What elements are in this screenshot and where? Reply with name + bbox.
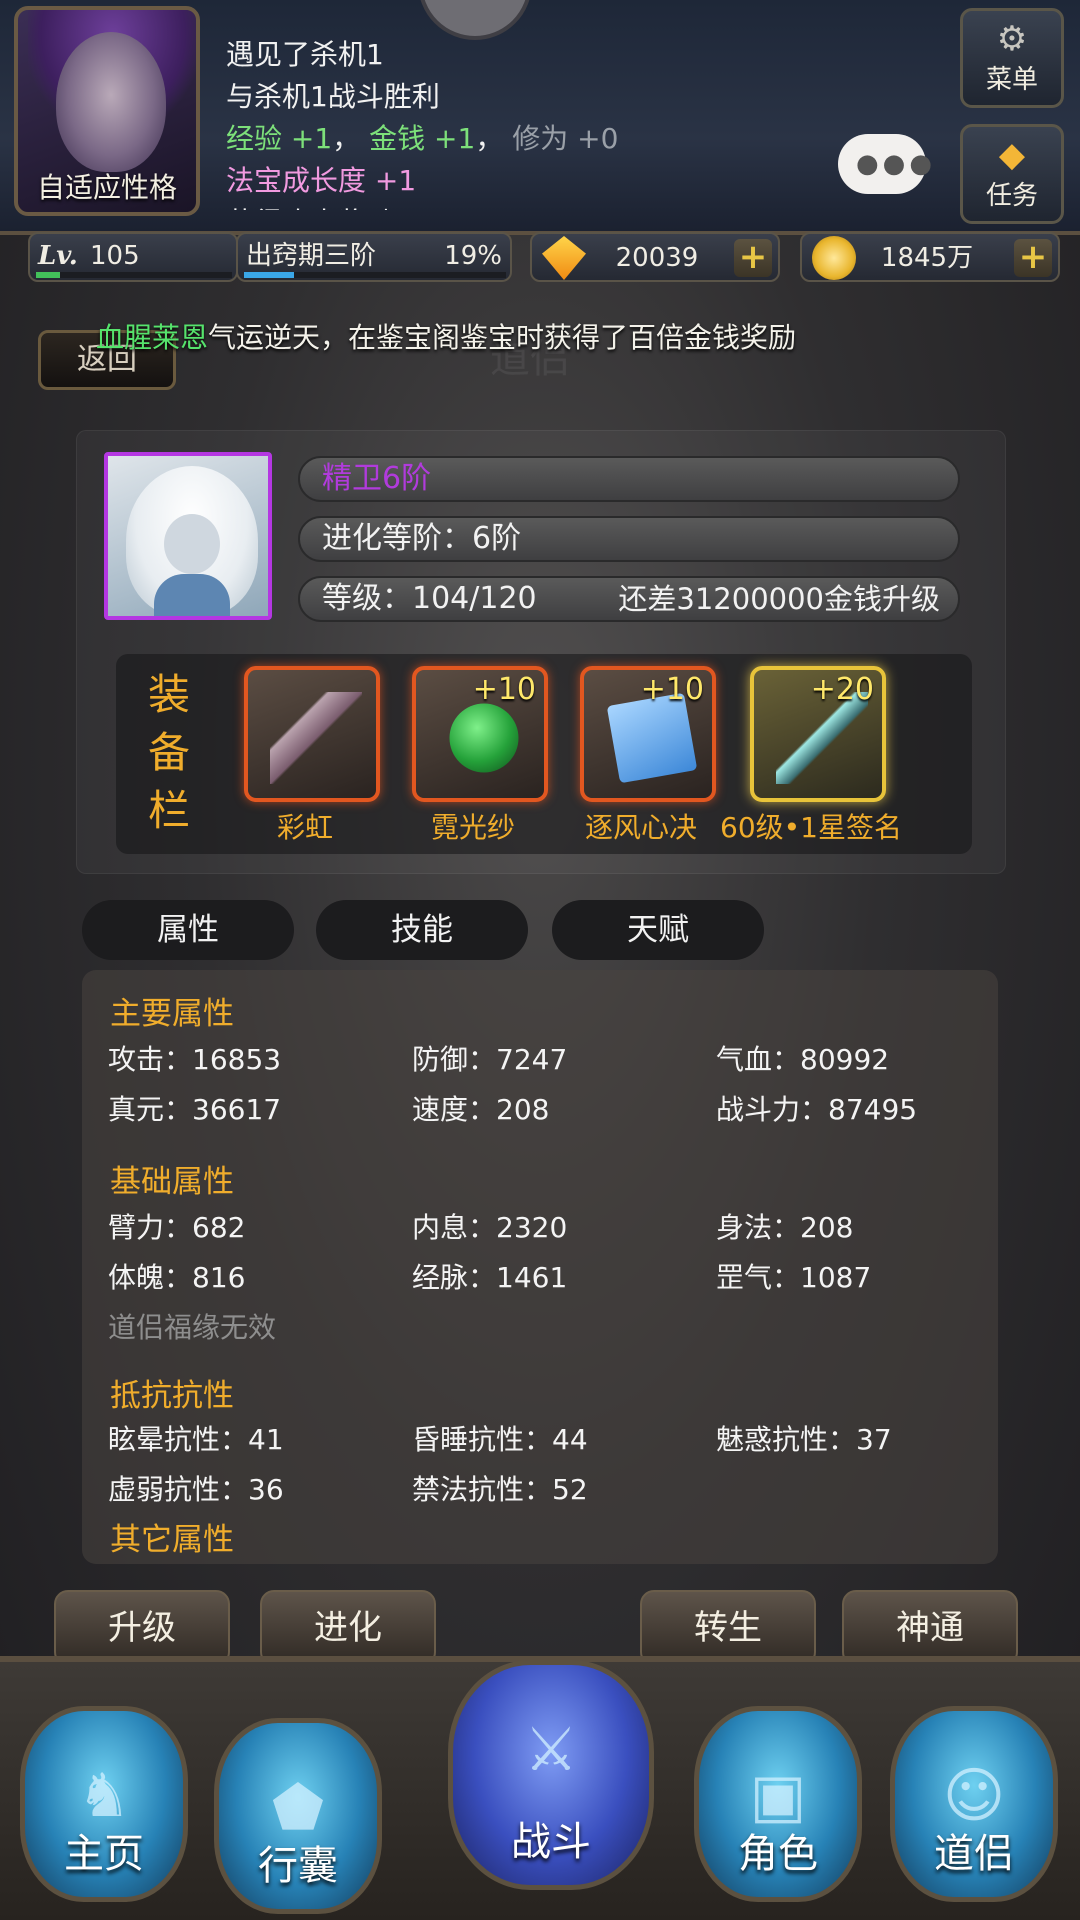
attribute-value: 内息：2320 [412, 1211, 568, 1244]
nav-battle[interactable]: ⚔ 战斗 [448, 1660, 654, 1890]
pet-level-pill: 等级：104/120 还差31200000金钱升级 [298, 576, 960, 622]
gem-counter: 20039 + [530, 232, 780, 282]
enhance-level: +20 [810, 672, 874, 707]
attribute-value: 昏睡抗性：44 [412, 1423, 588, 1456]
tab-attributes[interactable]: 属性 [82, 900, 294, 960]
rebirth-button[interactable]: 转生 [640, 1590, 816, 1666]
log-line-rewards: 经验 +1， 金钱 +1， 修为 +0 [226, 122, 619, 155]
gold-counter: 1845万 + [800, 232, 1060, 282]
speech-bubble-icon[interactable]: ●●● [838, 134, 932, 194]
attribute-value: 攻击：16853 [108, 1043, 282, 1076]
gold-coin-icon [812, 236, 856, 280]
nav-label: 行囊 [258, 1843, 338, 1889]
battle-log: 遇见了杀机1 与杀机1战斗胜利 经验 +1， 金钱 +1， 修为 +0 法宝成长… [226, 34, 826, 210]
level-progress-bar [36, 272, 232, 278]
equipment-title: 装 备 栏 [147, 670, 190, 835]
gold-value: 1845万 [880, 243, 974, 273]
equipment-slot[interactable]: +20 [750, 666, 886, 802]
pet-level: 等级：104/120 [322, 581, 537, 616]
broadcast-text: 气运逆天，在鉴宝阁鉴宝时获得了百倍金钱奖励 [208, 321, 797, 354]
section-resistances: 抵抗抗性 [110, 1378, 234, 1414]
equipment-label: 彩虹 [276, 811, 333, 844]
attribute-value: 臂力：682 [108, 1211, 246, 1244]
gem-icon [542, 236, 586, 280]
nav-companion[interactable]: ☺ 道侣 [890, 1706, 1058, 1902]
pet-portrait[interactable] [104, 452, 272, 620]
log-line: 获得攻击奖励 [226, 202, 826, 210]
broadcast-player: 血腥莱恩 [96, 321, 209, 354]
upgrade-button[interactable]: 升级 [54, 1590, 230, 1666]
broadcast-message: 血腥莱恩气运逆天，在鉴宝阁鉴宝时获得了百倍金钱奖励 [96, 316, 796, 356]
nav-label: 战斗 [511, 1819, 591, 1865]
equipment-slot[interactable] [244, 666, 380, 802]
nav-label: 道侣 [934, 1831, 1014, 1877]
attribute-value: 防御：7247 [412, 1043, 568, 1076]
attribute-note: 道侣福缘无效 [108, 1311, 277, 1344]
attribute-value: 眩晕抗性：41 [108, 1423, 284, 1456]
player-avatar[interactable]: 自适应性格 [14, 6, 200, 216]
equipment-label: 霓光纱 [430, 811, 515, 844]
section-main-attributes: 主要属性 [110, 996, 234, 1032]
attribute-value: 真元：36617 [108, 1093, 282, 1126]
attribute-value: 魅惑抗性：37 [716, 1423, 892, 1456]
log-line: 遇见了杀机1 [226, 38, 384, 71]
attribute-value: 禁法抗性：52 [412, 1473, 588, 1506]
cultivation-stage: 出窍期三阶 19% [236, 232, 512, 282]
top-header: 自适应性格 遇见了杀机1 与杀机1战斗胜利 经验 +1， 金钱 +1， 修为 +… [0, 0, 1080, 235]
attribute-value: 气血：80992 [716, 1043, 890, 1076]
nav-home[interactable]: ♞ 主页 [20, 1706, 188, 1902]
menu-button[interactable]: ⚙ 菜单 [960, 8, 1064, 108]
gem-value: 20039 [615, 243, 699, 273]
menu-label: 菜单 [985, 65, 1038, 95]
add-gold-button[interactable]: + [1014, 239, 1052, 277]
equipment-slot[interactable]: +10 [580, 666, 716, 802]
equipment-slot[interactable]: +10 [412, 666, 548, 802]
attribute-value: 战斗力：87495 [716, 1093, 918, 1126]
pet-evolution-pill: 进化等阶：6阶 [298, 516, 960, 562]
add-gems-button[interactable]: + [734, 239, 772, 277]
nav-character[interactable]: ▣ 角色 [694, 1706, 862, 1902]
pet-name-pill: 精卫6阶 [298, 456, 960, 502]
pet-dress [154, 574, 230, 616]
attribute-value: 身法：208 [716, 1211, 854, 1244]
pet-name: 精卫6阶 [322, 461, 432, 496]
claw-icon [270, 692, 362, 784]
orb-icon [449, 703, 519, 773]
attribute-value: 虚弱抗性：36 [108, 1473, 284, 1506]
avatar-face [56, 32, 166, 172]
stage-progress-bar [244, 272, 506, 278]
nav-label: 主页 [64, 1831, 144, 1877]
section-base-attributes: 基础属性 [110, 1164, 234, 1200]
attribute-value: 罡气：1087 [716, 1261, 872, 1294]
tab-skills[interactable]: 技能 [316, 900, 528, 960]
avatar-caption: 自适应性格 [36, 171, 177, 204]
equipment-label: 逐风心决 [584, 811, 697, 844]
nav-bag[interactable]: ⬟ 行囊 [214, 1718, 382, 1914]
pet-face [164, 514, 220, 574]
enhance-level: +10 [640, 672, 704, 707]
task-label: 任务 [985, 181, 1038, 211]
attribute-value: 体魄：816 [108, 1261, 246, 1294]
evolve-button[interactable]: 进化 [260, 1590, 436, 1666]
attribute-value: 经脉：1461 [412, 1261, 568, 1294]
tab-talents[interactable]: 天赋 [552, 900, 764, 960]
nav-label: 角色 [738, 1831, 818, 1877]
log-line: 与杀机1战斗胜利 [226, 80, 440, 113]
pet-evolution: 进化等阶：6阶 [322, 521, 522, 556]
section-other-attributes: 其它属性 [110, 1522, 234, 1558]
gem-icon: ◆ [998, 135, 1026, 175]
divine-power-button[interactable]: 神通 [842, 1590, 1018, 1666]
enhance-level: +10 [472, 672, 536, 707]
log-line-growth: 法宝成长度 +1 [226, 164, 417, 197]
attribute-value: 速度：208 [412, 1093, 550, 1126]
equipment-label: 60级•1星签名 [720, 811, 902, 844]
pet-upgrade-cost: 还差31200000金钱升级 [618, 582, 940, 616]
gear-icon: ⚙ [996, 19, 1028, 59]
task-button[interactable]: ◆ 任务 [960, 124, 1064, 224]
sword-icon: ⚔ [524, 1715, 578, 1785]
level-indicator: Lv. 105 [28, 232, 238, 282]
